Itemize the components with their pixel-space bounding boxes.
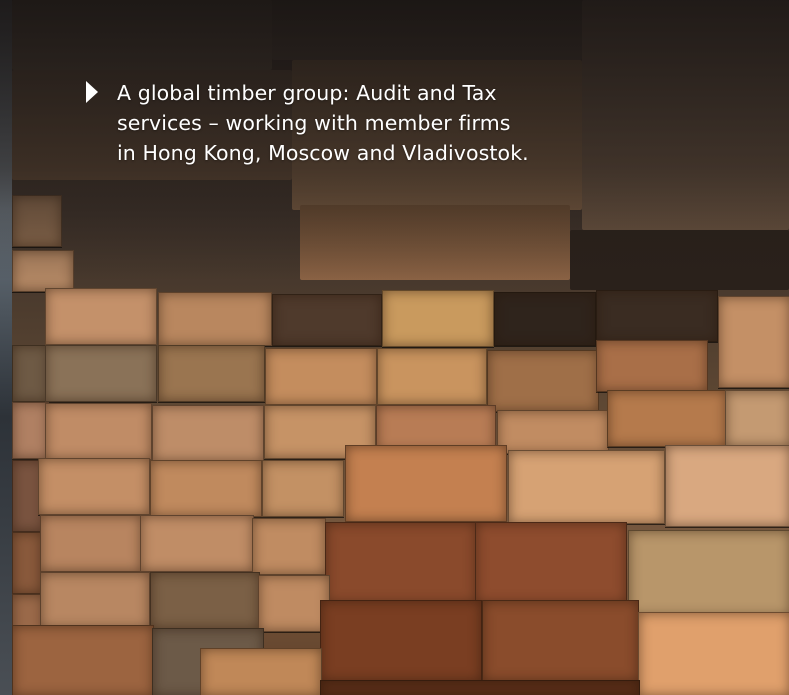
timber-plank: [325, 522, 477, 604]
timber-plank: [345, 445, 507, 522]
timber-plank: [150, 460, 262, 517]
timber-plank: [607, 390, 727, 447]
timber-plank: [45, 288, 157, 345]
timber-plank: [377, 348, 487, 405]
timber-plank: [272, 294, 382, 346]
timber-plank: [508, 450, 665, 524]
timber-plank: [12, 195, 62, 247]
timber-plank: [475, 522, 627, 604]
timber-plank: [45, 345, 157, 402]
timber-plank: [487, 350, 599, 412]
timber-plank: [12, 345, 49, 402]
timber-plank: [12, 625, 154, 695]
timber-plank: [12, 250, 74, 292]
caption-text: A global timber group: Audit and Tax ser…: [117, 81, 529, 165]
overhead-beam: [300, 205, 570, 280]
timber-plank: [718, 296, 789, 388]
timber-plank: [150, 572, 260, 629]
overhead-beam: [272, 0, 582, 60]
timber-plank: [725, 390, 789, 447]
overhead-beam: [12, 0, 272, 70]
timber-plank: [320, 600, 482, 682]
timber-plank: [40, 572, 150, 629]
overhead-beam: [582, 0, 789, 230]
left-edge-strip: [0, 0, 12, 695]
timber-plank: [252, 518, 326, 575]
timber-plank: [596, 340, 708, 392]
timber-plank: [382, 290, 494, 347]
timber-plank: [152, 405, 264, 462]
play-triangle-icon: [86, 81, 98, 103]
timber-plank: [12, 532, 42, 594]
timber-plank: [40, 515, 142, 572]
timber-plank: [140, 515, 254, 572]
timber-plank: [665, 445, 789, 527]
timber-plank: [497, 410, 609, 454]
timber-plank: [38, 458, 150, 515]
overhead-beam: [570, 230, 789, 290]
caption: A global timber group: Audit and Tax ser…: [86, 78, 606, 168]
timber-plank: [482, 600, 639, 682]
timber-plank: [158, 345, 265, 402]
timber-plank: [262, 460, 344, 517]
timber-plank: [158, 292, 272, 346]
timber-plank: [638, 612, 789, 695]
timber-plank: [45, 403, 152, 460]
timber-photo: A global timber group: Audit and Tax ser…: [0, 0, 789, 695]
timber-plank: [200, 648, 322, 695]
timber-plank: [494, 292, 596, 346]
timber-plank: [596, 290, 718, 342]
timber-plank: [628, 530, 789, 617]
timber-plank: [12, 402, 49, 459]
timber-plank: [265, 348, 377, 405]
timber-plank: [320, 680, 640, 695]
